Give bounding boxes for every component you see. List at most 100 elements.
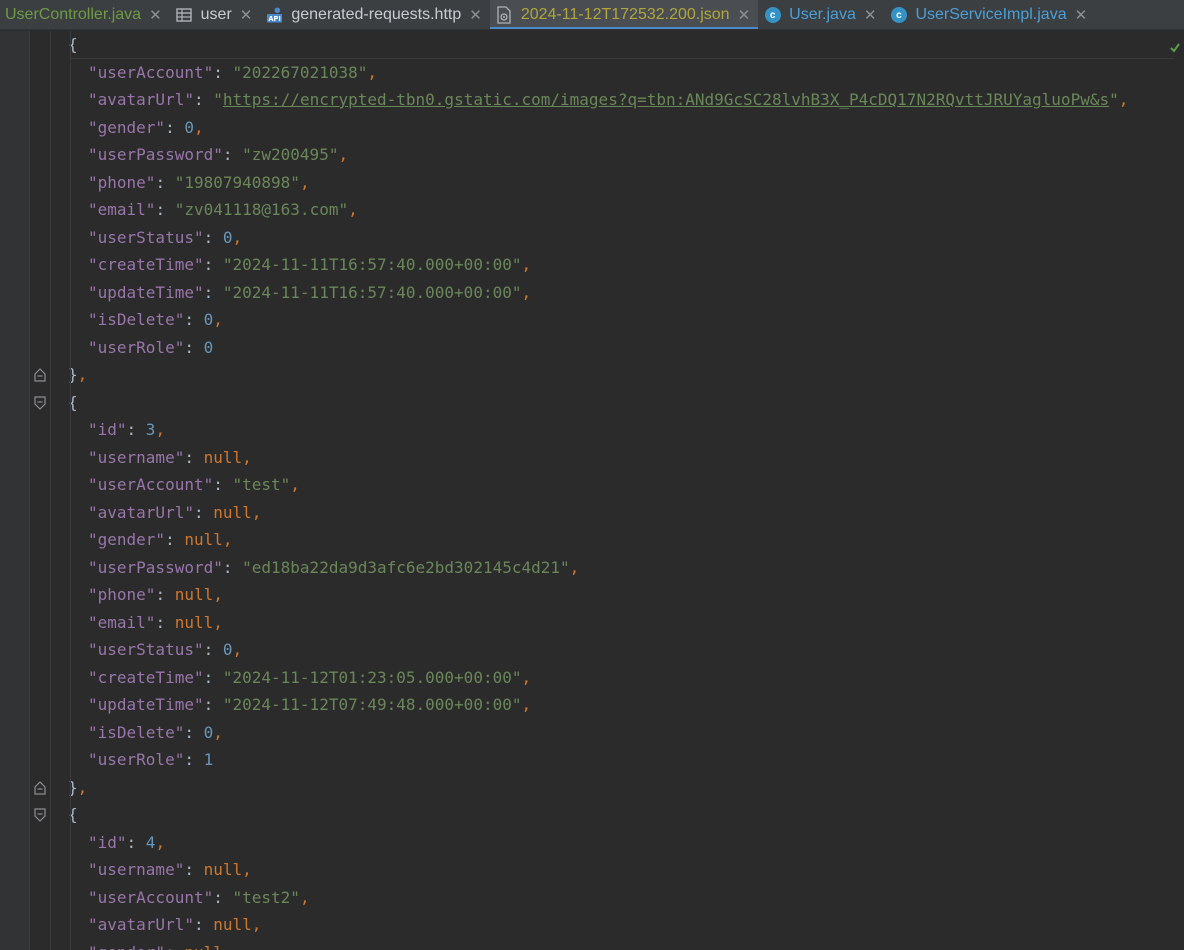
code-token: :	[165, 943, 184, 950]
editor-tab[interactable]: c User.java ✕	[758, 0, 884, 29]
code-token: ,	[232, 640, 243, 659]
json-editor[interactable]: {"userAccount": "202267021038", "avatarUr…	[0, 31, 1184, 950]
code-line-text: "avatarUrl": null,	[88, 911, 261, 939]
code-line[interactable]: "createTime": "2024-11-12T01:23:05.000+0…	[0, 664, 1184, 692]
code-line-text: "updateTime": "2024-11-11T16:57:40.000+0…	[88, 279, 531, 307]
editor-tab[interactable]: 2024-11-12T172532.200.json ✕	[489, 0, 759, 29]
code-token: "userAccount"	[88, 887, 214, 907]
code-line[interactable]: {	[0, 801, 1184, 829]
editor-tab[interactable]: user ✕	[170, 0, 261, 29]
editor-tab[interactable]: UserController.java ✕	[0, 0, 170, 29]
code-line[interactable]: "userPassword": "zw200495",	[0, 141, 1184, 169]
code-token: ,	[251, 502, 262, 522]
code-token: ,	[77, 777, 88, 797]
code-line[interactable]: "userRole": 1	[0, 746, 1184, 774]
code-line[interactable]: "createTime": "2024-11-11T16:57:40.000+0…	[0, 251, 1184, 279]
code-line[interactable]: "email": "zv041118@163.com",	[0, 196, 1184, 224]
code-line[interactable]: "avatarUrl": null,	[0, 499, 1184, 527]
code-token: ,	[569, 557, 580, 577]
code-token: "2024-11-12T07:49:48.000+00:00"	[222, 695, 522, 714]
code-token: ,	[77, 365, 88, 384]
svg-text:API: API	[269, 15, 281, 23]
code-line[interactable]: "gender": 0,	[0, 114, 1184, 142]
code-line[interactable]: },	[0, 361, 1184, 389]
code-line[interactable]: "userAccount": "202267021038",	[0, 59, 1184, 87]
code-line[interactable]: {	[0, 389, 1184, 417]
code-token: null	[213, 915, 252, 934]
code-line[interactable]: "username": null,	[0, 856, 1184, 884]
code-token: ,	[213, 310, 223, 329]
code-line[interactable]: "avatarUrl": null,	[0, 911, 1184, 939]
code-token: :	[222, 145, 243, 164]
code-token: :	[184, 337, 204, 357]
editor-tab[interactable]: API generated-requests.http ✕	[260, 0, 489, 29]
code-token: :	[184, 447, 204, 467]
close-tab-icon[interactable]: ✕	[469, 6, 482, 24]
code-token: "	[213, 90, 223, 109]
code-token: null	[203, 860, 243, 879]
fold-start-icon[interactable]	[33, 395, 47, 410]
fold-end-icon[interactable]	[33, 368, 47, 382]
code-token: "updateTime"	[88, 282, 204, 302]
code-token: "ed18ba22da9d3afc6e2bd302145c4d21"	[242, 557, 570, 577]
code-token: ,	[348, 200, 358, 219]
code-token: :	[203, 227, 223, 247]
code-token: ,	[213, 722, 223, 742]
code-token: "email"	[88, 612, 156, 632]
code-line[interactable]: "userAccount": "test2",	[0, 884, 1184, 912]
close-tab-icon[interactable]: ✕	[864, 6, 877, 24]
code-line[interactable]: "userAccount": "test",	[0, 471, 1184, 499]
url-link[interactable]: https://encrypted-tbn0.gstatic.com/image…	[223, 90, 1109, 109]
code-line[interactable]: },	[0, 774, 1184, 802]
code-token: :	[203, 667, 223, 687]
code-line[interactable]: "userStatus": 0,	[0, 636, 1184, 664]
code-line[interactable]: {	[0, 31, 1184, 59]
code-token: ,	[367, 62, 377, 82]
code-line[interactable]: "isDelete": 0,	[0, 306, 1184, 334]
code-line[interactable]: "username": null,	[0, 444, 1184, 472]
code-line[interactable]: "phone": null,	[0, 581, 1184, 609]
code-token: ,	[521, 282, 532, 302]
close-tab-icon[interactable]: ✕	[149, 6, 162, 24]
code-line[interactable]: "updateTime": "2024-11-11T16:57:40.000+0…	[0, 279, 1184, 307]
code-token: "zw200495"	[242, 145, 339, 164]
editor-tab[interactable]: c UserServiceImpl.java ✕	[884, 0, 1095, 29]
close-tab-icon[interactable]: ✕	[738, 6, 751, 24]
code-token: "isDelete"	[88, 722, 185, 742]
code-token: ,	[338, 145, 349, 164]
code-token: "zv041118@163.com"	[174, 200, 349, 219]
code-line[interactable]: "email": null,	[0, 609, 1184, 637]
code-token: "id"	[88, 832, 127, 852]
code-line-text: "userPassword": "zw200495",	[88, 141, 348, 169]
code-line-text: "isDelete": 0,	[88, 306, 223, 334]
fold-end-icon[interactable]	[33, 780, 47, 795]
code-token: "id"	[88, 420, 127, 439]
code-token: "	[1109, 90, 1119, 109]
code-token: :	[165, 117, 185, 137]
fold-start-icon[interactable]	[33, 808, 47, 822]
code-line[interactable]: "id": 4,	[0, 829, 1184, 857]
code-line[interactable]: "userPassword": "ed18ba22da9d3afc6e2bd30…	[0, 554, 1184, 582]
code-token: :	[155, 172, 175, 192]
close-tab-icon[interactable]: ✕	[240, 6, 253, 24]
code-token: ,	[213, 612, 223, 632]
code-token: "gender"	[88, 943, 165, 950]
code-line[interactable]: "phone": "19807940898",	[0, 169, 1184, 197]
editor-tab-label: 2024-11-12T172532.200.json	[520, 6, 730, 23]
code-token: null	[174, 585, 214, 604]
code-line[interactable]: "userStatus": 0,	[0, 224, 1184, 252]
code-token: "createTime"	[88, 255, 204, 274]
code-line-text: "gender": null,	[88, 526, 233, 554]
code-line[interactable]: "gender": null,	[0, 526, 1184, 554]
code-line[interactable]: "userRole": 0	[0, 334, 1184, 362]
code-line[interactable]: "id": 3,	[0, 416, 1184, 444]
code-token: :	[203, 640, 223, 659]
code-line[interactable]: "avatarUrl": "https://encrypted-tbn0.gst…	[0, 86, 1184, 114]
code-line[interactable]: "updateTime": "2024-11-12T07:49:48.000+0…	[0, 691, 1184, 719]
code-token: :	[184, 310, 204, 329]
code-line-text: "email": null,	[88, 609, 223, 637]
code-token: :	[155, 585, 175, 604]
code-line[interactable]: "isDelete": 0,	[0, 719, 1184, 747]
close-tab-icon[interactable]: ✕	[1075, 6, 1088, 24]
code-line[interactable]: "gender": null	[0, 939, 1184, 950]
